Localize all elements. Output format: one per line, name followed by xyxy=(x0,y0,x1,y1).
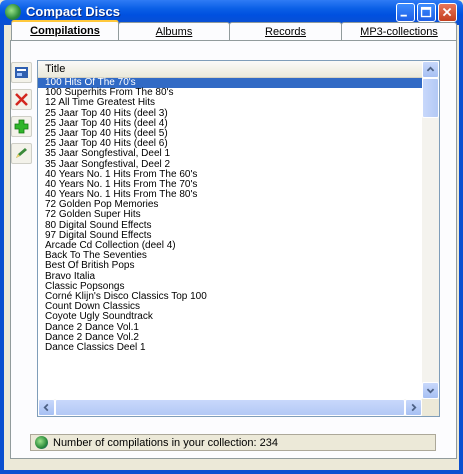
tab-strip: Compilations Albums Records MP3-collecti… xyxy=(11,20,457,41)
horizontal-scroll-thumb[interactable] xyxy=(55,399,405,416)
tab-mp3-collections[interactable]: MP3-collections xyxy=(341,22,457,40)
scrollbar-corner xyxy=(422,399,439,416)
close-icon xyxy=(442,7,452,17)
edit-button[interactable] xyxy=(11,143,32,164)
scroll-left-button[interactable] xyxy=(38,399,55,416)
scroll-up-button[interactable] xyxy=(422,61,439,78)
tab-albums[interactable]: Albums xyxy=(118,22,230,40)
chevron-left-icon xyxy=(43,403,49,412)
list-item[interactable]: 35 Jaar Songfestival, Deel 1 xyxy=(38,149,422,159)
minimize-icon xyxy=(400,14,407,17)
scroll-right-button[interactable] xyxy=(405,399,422,416)
status-text: Number of compilations in your collectio… xyxy=(53,437,279,449)
tab-label: MP3-collections xyxy=(360,26,438,38)
add-button[interactable] xyxy=(11,116,32,137)
close-button[interactable] xyxy=(438,3,457,22)
properties-icon xyxy=(15,67,28,78)
status-bar: Number of compilations in your collectio… xyxy=(30,434,436,451)
properties-button[interactable] xyxy=(11,62,32,83)
maximize-button[interactable] xyxy=(417,3,436,22)
tab-compilations[interactable]: Compilations xyxy=(11,20,119,41)
column-header-title[interactable]: Title xyxy=(38,61,422,78)
tab-label: Albums xyxy=(155,26,193,38)
add-icon xyxy=(14,119,29,134)
horizontal-scrollbar[interactable] xyxy=(38,399,422,416)
vertical-scrollbar[interactable] xyxy=(422,61,439,399)
window-border-right xyxy=(459,25,463,474)
window-border-left xyxy=(0,25,4,474)
compilations-list[interactable]: Title 100 Hits Of The 70's 100 Superhits … xyxy=(37,60,440,417)
column-header-label: Title xyxy=(45,63,66,75)
list-rows: 100 Hits Of The 70's 100 Superhits From T… xyxy=(38,77,422,353)
window-border-bottom xyxy=(0,470,463,474)
delete-button[interactable] xyxy=(11,89,32,110)
tab-records[interactable]: Records xyxy=(229,22,342,40)
minimize-button[interactable] xyxy=(396,3,415,22)
chevron-right-icon xyxy=(411,403,417,412)
tab-label: Records xyxy=(265,26,306,38)
list-item[interactable]: Dance Classics Deel 1 xyxy=(38,342,422,353)
delete-icon xyxy=(15,93,28,106)
scroll-down-button[interactable] xyxy=(422,382,439,399)
chevron-up-icon xyxy=(426,66,435,72)
window-title: Compact Discs xyxy=(26,4,120,19)
tab-label: Compilations xyxy=(30,25,100,37)
list-item[interactable]: Best Of British Pops xyxy=(38,261,422,271)
globe-icon xyxy=(35,436,48,449)
chevron-down-icon xyxy=(426,388,435,394)
maximize-icon xyxy=(420,6,432,18)
vertical-scroll-thumb[interactable] xyxy=(422,78,439,118)
list-item[interactable]: Coyote Ugly Soundtrack xyxy=(38,312,422,322)
edit-icon xyxy=(16,148,27,158)
app-icon[interactable] xyxy=(5,4,21,20)
